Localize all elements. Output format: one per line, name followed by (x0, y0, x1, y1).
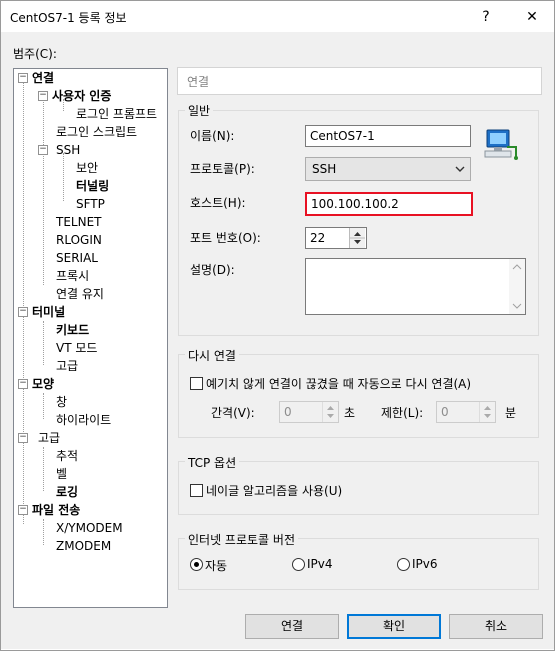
interval-label: 간격(V): (211, 406, 255, 420)
tree-item-keyboard[interactable]: 키보드 (56, 321, 89, 339)
tree-item-tunneling[interactable]: 터널링 (76, 177, 109, 195)
description-label: 설명(D): (190, 263, 235, 277)
name-label: 이름(N): (190, 129, 235, 143)
help-button[interactable]: ? (464, 1, 508, 33)
window-title: CentOS7-1 등록 정보 (10, 11, 127, 25)
limit-input[interactable]: 0 (436, 401, 496, 423)
description-textarea[interactable] (305, 258, 526, 315)
collapse-icon[interactable]: − (18, 433, 28, 443)
interval-input[interactable]: 0 (279, 401, 339, 423)
tree-item-keepalive[interactable]: 연결 유지 (56, 285, 104, 303)
scroll-arrows-icon (512, 264, 522, 309)
spin-arrows-icon (350, 232, 365, 244)
ok-button[interactable]: 확인 (347, 614, 441, 639)
connect-button[interactable]: 연결 (245, 614, 339, 639)
reconnect-group-title: 다시 연결 (185, 347, 239, 364)
tree-item-telnet[interactable]: TELNET (56, 213, 102, 231)
limit-unit: 분 (505, 406, 517, 420)
nagle-checkbox[interactable] (190, 484, 203, 497)
ip-auto-label: 자동 (205, 559, 228, 573)
tree-item-terminal-advanced[interactable]: 고급 (56, 357, 78, 375)
page-header: 연결 (177, 67, 542, 95)
cancel-button[interactable]: 취소 (449, 614, 543, 639)
nagle-label: 네이글 알고리즘을 사용(U) (206, 484, 343, 498)
tcp-group-title: TCP 옵션 (185, 454, 240, 471)
collapse-icon[interactable]: − (18, 307, 28, 317)
collapse-icon[interactable]: − (38, 145, 48, 155)
tree-item-trace[interactable]: 추적 (56, 447, 78, 465)
tree-item-rlogin[interactable]: RLOGIN (56, 231, 102, 249)
category-label: 범주(C): (13, 47, 57, 61)
ipv6-label: IPv6 (412, 557, 438, 571)
interval-unit: 초 (344, 406, 356, 420)
collapse-icon[interactable]: − (18, 505, 28, 515)
category-tree[interactable]: − 연결 − 사용자 인증 로그인 프롬프트 로그인 스크립트 − SSH 보안 터널… (13, 68, 168, 608)
tree-item-serial[interactable]: SERIAL (56, 249, 98, 267)
port-input[interactable]: 22 (305, 227, 367, 249)
port-label: 포트 번호(O): (190, 231, 261, 245)
general-group-title: 일반 (185, 102, 214, 119)
name-input[interactable]: CentOS7-1 (305, 125, 471, 147)
tree-item-logging[interactable]: 로깅 (56, 483, 78, 501)
tree-item-xymodem[interactable]: X/YMODEM (56, 519, 123, 537)
chevron-down-icon (455, 166, 465, 172)
tree-item-proxy[interactable]: 프록시 (56, 267, 89, 285)
port-spinner[interactable] (349, 228, 365, 248)
tree-item-window[interactable]: 창 (56, 393, 67, 411)
protocol-label: 프로토콜(P): (190, 162, 255, 176)
tree-item-login-script[interactable]: 로그인 스크립트 (56, 123, 137, 141)
tree-item-security[interactable]: 보안 (76, 159, 98, 177)
page-title: 연결 (187, 75, 210, 89)
spin-arrows-icon (484, 406, 491, 418)
reconnect-group (178, 354, 539, 438)
ip-auto-radio[interactable] (190, 558, 203, 571)
limit-label: 제한(L): (381, 406, 424, 420)
ip-version-group-title: 인터넷 프로토콜 버전 (185, 531, 298, 548)
description-scrollbar[interactable] (509, 259, 525, 314)
tree-item-sftp[interactable]: SFTP (76, 195, 105, 213)
spin-arrows-icon (327, 406, 334, 418)
ipv4-radio[interactable] (292, 558, 305, 571)
collapse-icon[interactable]: − (18, 379, 28, 389)
ipv6-radio[interactable] (397, 558, 410, 571)
network-computer-icon (484, 129, 518, 160)
title-bar: CentOS7-1 등록 정보 ? ✕ (1, 1, 554, 33)
tree-item-login-prompt[interactable]: 로그인 프롬프트 (76, 105, 157, 123)
host-label: 호스트(H): (190, 196, 246, 210)
tree-item-bell[interactable]: 벨 (56, 465, 67, 483)
host-input[interactable]: 100.100.100.2 (305, 192, 473, 216)
auto-reconnect-checkbox[interactable] (190, 377, 203, 390)
tree-item-vt-mode[interactable]: VT 모드 (56, 339, 97, 357)
collapse-icon[interactable]: − (18, 73, 28, 83)
ipv4-label: IPv4 (307, 557, 333, 571)
auto-reconnect-label: 예기치 않게 연결이 끊겼을 때 자동으로 다시 연결(A) (206, 377, 472, 391)
protocol-select[interactable]: SSH (305, 157, 471, 181)
interval-spinner[interactable] (322, 402, 338, 422)
tree-item-highlight[interactable]: 하이라이트 (56, 411, 111, 429)
close-button[interactable]: ✕ (510, 1, 554, 33)
limit-spinner[interactable] (479, 402, 495, 422)
collapse-icon[interactable]: − (38, 91, 48, 101)
tree-item-zmodem[interactable]: ZMODEM (56, 537, 111, 555)
